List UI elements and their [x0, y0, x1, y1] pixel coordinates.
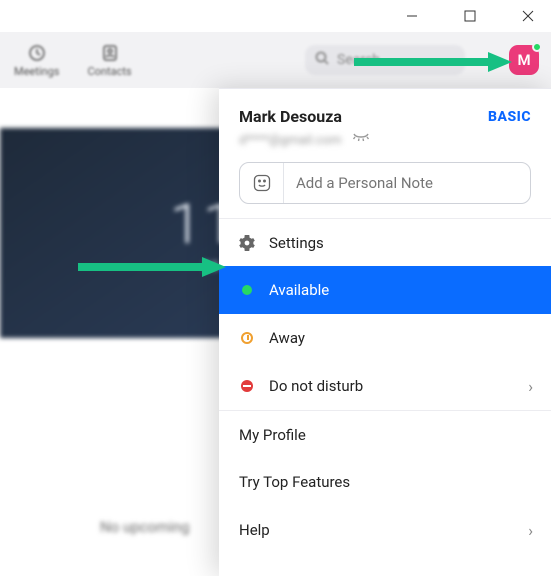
tab-meetings-label: Meetings: [14, 65, 59, 78]
close-icon: [522, 10, 534, 22]
avatar-initial: M: [517, 51, 530, 69]
search-placeholder: Search: [337, 52, 380, 68]
menu-item-label: Do not disturb: [269, 377, 363, 395]
window-maximize-button[interactable]: [453, 3, 487, 29]
chevron-right-icon: ›: [528, 521, 533, 540]
presence-dot-icon: [532, 42, 542, 52]
tab-contacts[interactable]: Contacts: [87, 43, 131, 78]
menu-item-dnd[interactable]: Do not disturb ›: [219, 362, 551, 410]
no-upcoming-text: No upcoming: [100, 518, 190, 536]
minimize-icon: [406, 10, 418, 22]
contacts-icon: [100, 43, 120, 63]
menu-item-label: Help: [239, 521, 270, 539]
available-status-icon: [239, 282, 255, 298]
hide-email-icon[interactable]: [352, 132, 370, 148]
window-close-button[interactable]: [511, 3, 545, 29]
away-status-icon: [239, 330, 255, 346]
profile-name: Mark Desouza: [239, 107, 342, 126]
tab-contacts-label: Contacts: [87, 65, 131, 78]
menu-item-label: Away: [269, 329, 305, 347]
menu-item-label: Available: [269, 281, 329, 299]
smile-icon: [253, 174, 271, 192]
window-minimize-button[interactable]: [395, 3, 429, 29]
menu-item-try-top-features[interactable]: Try Top Features: [219, 458, 551, 506]
profile-menu: Mark Desouza BASIC d****@gmail.com Setti…: [219, 88, 551, 576]
tab-meetings[interactable]: Meetings: [14, 43, 59, 78]
profile-avatar-button[interactable]: M: [509, 45, 539, 75]
clock-icon: [27, 43, 47, 63]
menu-item-settings[interactable]: Settings: [219, 218, 551, 266]
menu-item-help[interactable]: Help ›: [219, 506, 551, 554]
plan-badge: BASIC: [488, 109, 531, 125]
main-toolbar: Meetings Contacts Search M: [0, 32, 551, 88]
menu-item-label: My Profile: [239, 426, 306, 444]
menu-item-my-profile[interactable]: My Profile: [219, 410, 551, 458]
window-titlebar: [0, 0, 551, 32]
profile-email: d****@gmail.com: [239, 133, 342, 148]
menu-item-label: Try Top Features: [239, 473, 350, 491]
search-icon: [315, 51, 329, 69]
search-box[interactable]: Search: [305, 45, 465, 75]
menu-item-label: Settings: [269, 234, 324, 252]
menu-item-available[interactable]: Available: [219, 266, 551, 314]
gear-icon: [239, 235, 255, 251]
emoji-picker-button[interactable]: [240, 163, 284, 203]
dnd-status-icon: [239, 378, 255, 394]
chevron-right-icon: ›: [528, 377, 533, 396]
personal-note-input[interactable]: [284, 174, 530, 192]
personal-note-field[interactable]: [239, 162, 531, 204]
maximize-icon: [464, 10, 476, 22]
menu-item-away[interactable]: Away: [219, 314, 551, 362]
